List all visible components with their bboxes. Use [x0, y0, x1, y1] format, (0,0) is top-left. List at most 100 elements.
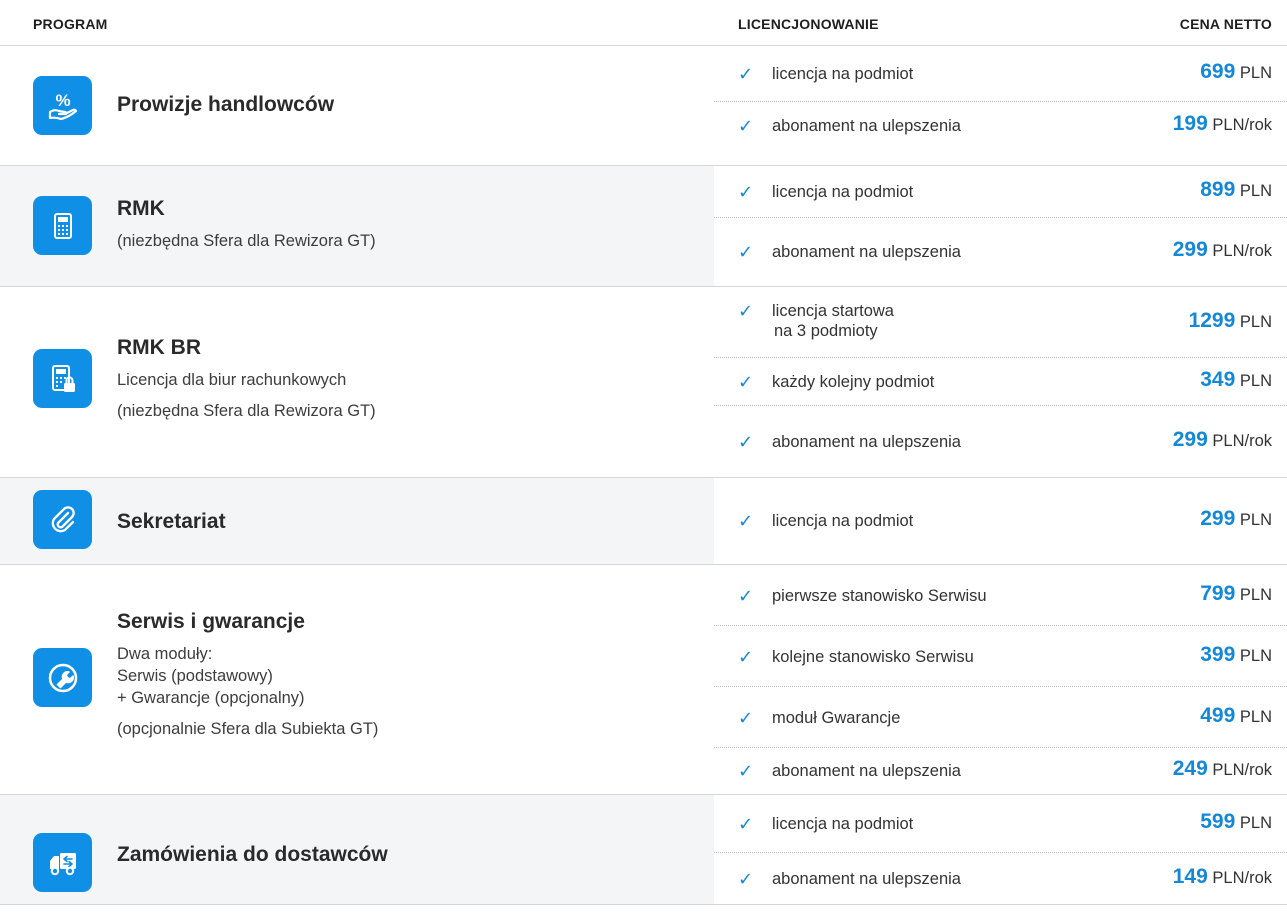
svg-text:%: %	[55, 91, 70, 110]
license-option-text: licencja na podmiot	[772, 65, 914, 83]
table-header: PROGRAM LICENCJONOWANIE CENA NETTO	[0, 0, 1287, 46]
price-unit: PLN/rok	[1212, 869, 1272, 887]
license-option-text: kolejne stanowisko Serwisu	[772, 648, 974, 666]
program-row-zamowienia-do-dostawcow: Zamówienia do dostawców ✓ licencja na podm…	[0, 795, 1287, 905]
licensing-options: ✓ licencja na podmiot 899 PLN ✓ abonament na…	[714, 166, 1287, 286]
program-row-rmk-br: RMK BR Licencja dla biur rachunkowych (nie…	[0, 287, 1287, 478]
license-option-text: pierwsze stanowisko Serwisu	[772, 587, 987, 605]
license-option: ✓ każdy kolejny podmiot 349 PLN	[714, 358, 1287, 406]
column-header-program: PROGRAM	[33, 16, 108, 32]
program-text: Zamówienia do dostawców	[117, 842, 388, 868]
licensing-options: ✓ licencja na podmiot 699 PLN ✓ abonament na…	[714, 46, 1287, 165]
license-option-text: abonament na ulepszenia	[772, 762, 961, 780]
program-cell: % Prowizje handlowców	[0, 46, 714, 165]
net-price: 299 PLN	[1200, 507, 1272, 530]
program-description: Serwis (podstawowy)	[117, 667, 273, 685]
program-title: RMK BR	[117, 336, 201, 359]
license-option: ✓ abonament na ulepszenia 299 PLN/rok	[714, 218, 1287, 286]
program-cell: Zamówienia do dostawców	[0, 795, 714, 904]
program-row-rmk: RMK (niezbędna Sfera dla Rewizora GT) ✓ lic…	[0, 166, 1287, 287]
program-description: (niezbędna Sfera dla Rewizora GT)	[117, 402, 376, 420]
checkmark-icon: ✓	[738, 814, 754, 834]
licensing-options: ✓ licencja na podmiot 299 PLN	[714, 478, 1287, 564]
program-title: RMK	[117, 197, 165, 220]
program-title: Serwis i gwarancje	[117, 610, 305, 633]
net-price: 349 PLN	[1200, 368, 1272, 391]
net-price: 149 PLN/rok	[1172, 865, 1272, 888]
license-option: ✓ abonament na ulepszenia 299 PLN/rok	[714, 406, 1287, 477]
license-option-text: abonament na ulepszenia	[772, 117, 961, 135]
checkmark-icon: ✓	[738, 586, 754, 606]
license-option: ✓ licencja na podmiot 299 PLN	[714, 478, 1287, 564]
price-unit: PLN	[1239, 814, 1272, 832]
program-description: Dwa moduły:	[117, 645, 213, 663]
price-amount: 399	[1200, 643, 1236, 666]
license-option-label: licencja na podmiot	[772, 511, 913, 531]
net-price: 299 PLN/rok	[1172, 238, 1272, 261]
price-unit: PLN/rok	[1212, 761, 1272, 779]
price-unit: PLN/rok	[1212, 116, 1272, 134]
program-cell: RMK BR Licencja dla biur rachunkowych (nie…	[0, 287, 714, 477]
checkmark-icon: ✓	[738, 372, 754, 392]
price-amount: 349	[1200, 368, 1236, 391]
license-option-label: pierwsze stanowisko Serwisu	[772, 586, 987, 606]
program-row-serwis-i-gwarancje: Serwis i gwarancje Dwa moduły: Serwis (pod…	[0, 565, 1287, 795]
net-price: 299 PLN/rok	[1172, 428, 1272, 451]
paperclip-icon	[33, 490, 92, 549]
license-option-label: licencja na podmiot	[772, 64, 913, 84]
checkmark-icon: ✓	[738, 116, 754, 136]
net-price: 199 PLN/rok	[1172, 112, 1272, 135]
net-price: 1299 PLN	[1189, 310, 1272, 332]
licensing-options: ✓ licencja startowa na 3 podmioty 1299 PLN ✓…	[714, 287, 1287, 477]
program-description: + Gwarancje (opcjonalny)	[117, 689, 305, 707]
price-amount: 299	[1172, 428, 1208, 451]
net-price: 249 PLN/rok	[1172, 757, 1272, 780]
license-option-label: moduł Gwarancje	[772, 708, 900, 728]
license-option: ✓ abonament na ulepszenia 149 PLN/rok	[714, 853, 1287, 904]
wrench-icon	[33, 648, 92, 707]
program-row-prowizje-handlowcow: % Prowizje handlowców ✓ licencja na podmiot…	[0, 46, 1287, 166]
program-title: Prowizje handlowców	[117, 93, 335, 116]
license-option: ✓ kolejne stanowisko Serwisu 399 PLN	[714, 626, 1287, 687]
net-price: 499 PLN	[1200, 704, 1272, 727]
checkmark-icon: ✓	[738, 301, 754, 321]
license-option-text: każdy kolejny podmiot	[772, 373, 935, 391]
licensing-options: ✓ pierwsze stanowisko Serwisu 799 PLN ✓ kole…	[714, 565, 1287, 794]
price-unit: PLN	[1239, 511, 1272, 529]
license-option: ✓ moduł Gwarancje 499 PLN	[714, 687, 1287, 748]
price-amount: 499	[1200, 704, 1236, 727]
program-description: (opcjonalnie Sfera dla Subiekta GT)	[117, 720, 379, 738]
license-option: ✓ licencja na podmiot 899 PLN	[714, 166, 1287, 218]
license-option: ✓ licencja startowa na 3 podmioty 1299 PLN	[714, 287, 1287, 358]
program-row-sekretariat: Sekretariat ✓ licencja na podmiot 299 PLN	[0, 478, 1287, 565]
program-title: Sekretariat	[117, 510, 226, 533]
license-option: ✓ pierwsze stanowisko Serwisu 799 PLN	[714, 565, 1287, 626]
license-option-label: abonament na ulepszenia	[772, 242, 961, 262]
column-header-licensing: LICENCJONOWANIE	[738, 16, 879, 32]
price-amount: 149	[1172, 865, 1208, 888]
price-amount: 299	[1172, 238, 1208, 261]
price-amount: 249	[1172, 757, 1208, 780]
price-unit: PLN	[1239, 64, 1272, 82]
calculator-lock-icon	[33, 349, 92, 408]
license-option-text: abonament na ulepszenia	[772, 433, 961, 451]
license-option-label: każdy kolejny podmiot	[772, 372, 934, 392]
price-amount: 199	[1172, 112, 1208, 135]
net-price: 699 PLN	[1200, 61, 1272, 83]
license-option-text: licencja na podmiot	[772, 512, 914, 530]
program-description: (niezbędna Sfera dla Rewizora GT)	[117, 232, 376, 250]
checkmark-icon: ✓	[738, 432, 754, 452]
license-option: ✓ abonament na ulepszenia 199 PLN/rok	[714, 94, 1287, 157]
program-title: Zamówienia do dostawców	[117, 843, 388, 866]
price-amount: 299	[1200, 507, 1236, 530]
net-price: 599 PLN	[1200, 810, 1272, 833]
license-option-label: abonament na ulepszenia	[772, 432, 961, 452]
program-text: Sekretariat	[117, 509, 226, 535]
license-option-label: licencja startowa na 3 podmioty	[772, 301, 894, 341]
checkmark-icon: ✓	[738, 64, 754, 84]
checkmark-icon: ✓	[738, 708, 754, 728]
license-option-label: abonament na ulepszenia	[772, 869, 961, 889]
calculator-icon	[33, 196, 92, 255]
net-price: 899 PLN	[1200, 179, 1272, 201]
price-amount: 599	[1200, 810, 1236, 833]
